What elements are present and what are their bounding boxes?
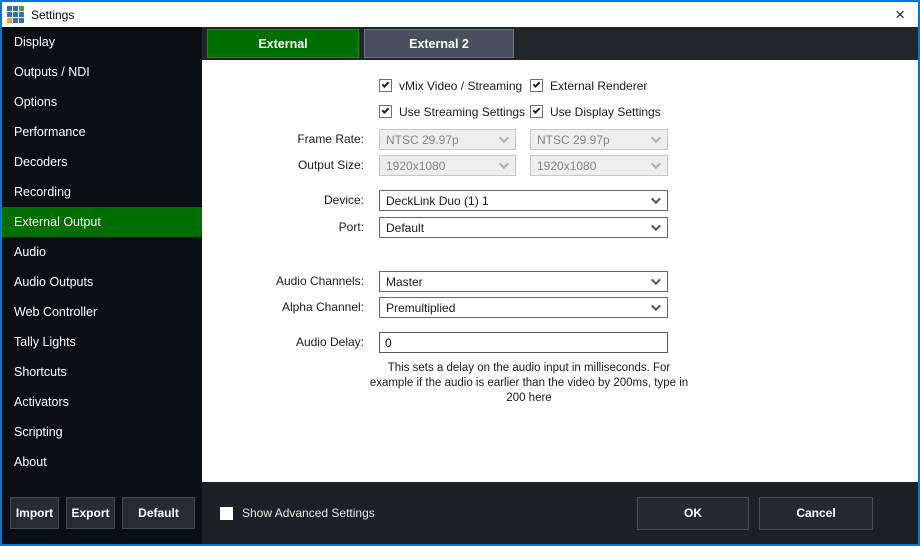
sidebar-item-scripting[interactable]: Scripting — [2, 417, 202, 447]
checkbox-label: vMix Video / Streaming — [399, 79, 522, 93]
audio-channels-select[interactable]: Master — [379, 271, 668, 292]
cancel-button[interactable]: Cancel — [759, 497, 873, 530]
port-value: Default — [386, 221, 424, 235]
checkbox-icon[interactable] — [379, 79, 392, 92]
alpha-channel-label: Alpha Channel: — [202, 297, 364, 318]
device-select[interactable]: DeckLink Duo (1) 1 — [379, 190, 668, 211]
checkbox-external-renderer[interactable]: External Renderer — [530, 78, 647, 93]
checkbox-icon[interactable] — [530, 79, 543, 92]
import-button[interactable]: Import — [10, 497, 59, 529]
sidebar-button-row: Import Export Default — [2, 497, 202, 544]
audio-channels-value: Master — [386, 275, 423, 289]
sidebar-item-performance[interactable]: Performance — [2, 117, 202, 147]
output-size-label: Output Size: — [202, 155, 364, 176]
chevron-down-icon — [651, 159, 661, 169]
checkbox-use-streaming-settings[interactable]: Use Streaming Settings — [379, 104, 525, 119]
chevron-down-icon — [651, 275, 661, 285]
title-bar: Settings × — [2, 2, 918, 27]
sidebar-item-audio-outputs[interactable]: Audio Outputs — [2, 267, 202, 297]
chevron-down-icon — [499, 159, 509, 169]
frame-rate-select-2[interactable]: NTSC 29.97p — [530, 129, 668, 150]
settings-window: Settings × Display Outputs / NDI Options… — [0, 0, 920, 546]
checkbox-icon[interactable] — [379, 105, 392, 118]
sidebar-item-about[interactable]: About — [2, 447, 202, 477]
sidebar-item-shortcuts[interactable]: Shortcuts — [2, 357, 202, 387]
chevron-down-icon — [651, 133, 661, 143]
default-button[interactable]: Default — [122, 497, 195, 529]
chevron-down-icon — [651, 221, 661, 231]
checkbox-icon[interactable] — [530, 105, 543, 118]
output-size-value-1: 1920x1080 — [386, 159, 445, 173]
alpha-channel-value: Premultiplied — [386, 301, 455, 315]
checkbox-label: Use Streaming Settings — [399, 105, 525, 119]
footer-bar: Show Advanced Settings OK Cancel — [202, 482, 918, 544]
sidebar-item-display[interactable]: Display — [2, 27, 202, 57]
vmix-grid-icon — [7, 6, 25, 24]
device-value: DeckLink Duo (1) 1 — [386, 194, 489, 208]
show-advanced-checkbox-icon[interactable] — [220, 507, 233, 520]
sidebar-item-decoders[interactable]: Decoders — [2, 147, 202, 177]
checkbox-label: Use Display Settings — [550, 105, 661, 119]
sidebar-item-external-output[interactable]: External Output — [2, 207, 202, 237]
sidebar-item-tally-lights[interactable]: Tally Lights — [2, 327, 202, 357]
audio-delay-input[interactable] — [379, 332, 668, 353]
chevron-down-icon — [651, 301, 661, 311]
main-area: External External 2 vMix Video / Streami… — [202, 27, 918, 544]
audio-delay-label: Audio Delay: — [202, 332, 364, 353]
sidebar-item-options[interactable]: Options — [2, 87, 202, 117]
sidebar-item-outputs-ndi[interactable]: Outputs / NDI — [2, 57, 202, 87]
settings-sidebar: Display Outputs / NDI Options Performanc… — [2, 27, 202, 544]
tab-external[interactable]: External — [207, 29, 359, 58]
checkbox-use-display-settings[interactable]: Use Display Settings — [530, 104, 661, 119]
export-button[interactable]: Export — [66, 497, 115, 529]
port-select[interactable]: Default — [379, 217, 668, 238]
audio-delay-help-text: This sets a delay on the audio input in … — [368, 361, 690, 406]
frame-rate-select-1[interactable]: NTSC 29.97p — [379, 129, 516, 150]
audio-channels-label: Audio Channels: — [202, 271, 364, 292]
sidebar-item-web-controller[interactable]: Web Controller — [2, 297, 202, 327]
output-size-select-1[interactable]: 1920x1080 — [379, 155, 516, 176]
frame-rate-value-2: NTSC 29.97p — [537, 133, 610, 147]
window-title: Settings — [31, 8, 74, 22]
tab-external-2[interactable]: External 2 — [364, 29, 514, 58]
show-advanced-label: Show Advanced Settings — [242, 506, 375, 520]
sidebar-item-activators[interactable]: Activators — [2, 387, 202, 417]
tab-bar: External External 2 — [202, 27, 918, 60]
external-output-panel: vMix Video / Streaming External Renderer… — [202, 60, 918, 482]
frame-rate-value-1: NTSC 29.97p — [386, 133, 459, 147]
chevron-down-icon — [499, 133, 509, 143]
output-size-select-2[interactable]: 1920x1080 — [530, 155, 668, 176]
chevron-down-icon — [651, 194, 661, 204]
frame-rate-label: Frame Rate: — [202, 129, 364, 150]
port-label: Port: — [202, 217, 364, 238]
ok-button[interactable]: OK — [637, 497, 749, 530]
device-label: Device: — [202, 190, 364, 211]
alpha-channel-select[interactable]: Premultiplied — [379, 297, 668, 318]
checkbox-label: External Renderer — [550, 79, 647, 93]
close-icon[interactable]: × — [895, 6, 905, 23]
sidebar-item-audio[interactable]: Audio — [2, 237, 202, 267]
sidebar-item-recording[interactable]: Recording — [2, 177, 202, 207]
output-size-value-2: 1920x1080 — [537, 159, 596, 173]
checkbox-vmix-video-streaming[interactable]: vMix Video / Streaming — [379, 78, 522, 93]
